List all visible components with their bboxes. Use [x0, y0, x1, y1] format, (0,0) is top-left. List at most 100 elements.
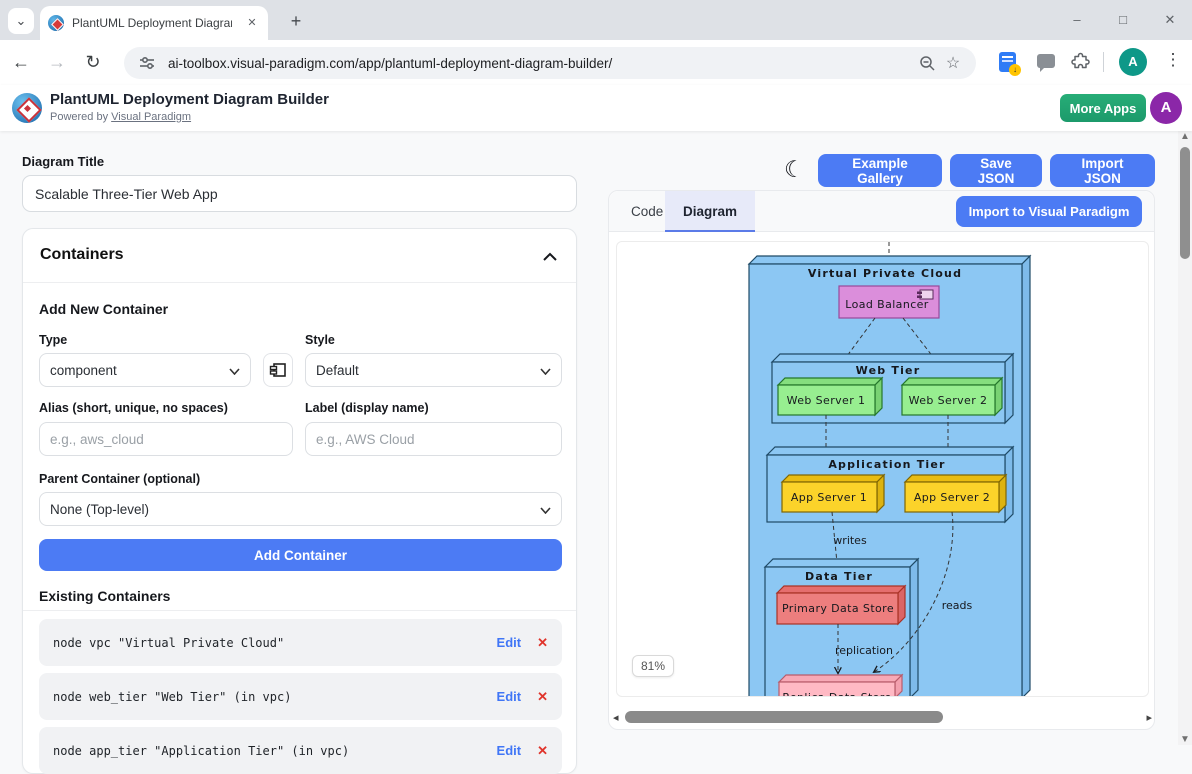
containers-card: Containers Add New Container Type Style …: [22, 228, 577, 774]
edge-label-writes: writes: [833, 534, 867, 547]
tab-close-icon[interactable]: ✕: [244, 15, 260, 31]
edit-link[interactable]: Edit: [497, 635, 522, 650]
container-code: node vpc "Virtual Private Cloud": [53, 636, 497, 650]
parent-container-label: Parent Container (optional): [39, 472, 200, 486]
window-maximize-button[interactable]: □: [1108, 8, 1138, 32]
tab-diagram[interactable]: Diagram: [665, 191, 755, 232]
powered-by-prefix: Powered by: [50, 111, 111, 123]
diagram-viewport[interactable]: Virtual Private Cloud Load Balancer Web …: [616, 241, 1149, 697]
scroll-down-icon[interactable]: ▼: [1179, 734, 1191, 745]
preview-tabs: Code Diagram Import to Visual Paradigm: [609, 191, 1154, 232]
style-select[interactable]: Default: [305, 353, 562, 387]
label-input[interactable]: [305, 422, 562, 456]
reload-button[interactable]: ↻: [78, 52, 108, 73]
edit-link[interactable]: Edit: [497, 743, 522, 758]
container-code: node web_tier "Web Tier" (in vpc): [53, 690, 497, 704]
delete-icon[interactable]: ✕: [537, 689, 548, 705]
component-preview-button[interactable]: [263, 353, 293, 387]
node-app-server-2: App Server 2: [905, 475, 1006, 512]
tab-search-button[interactable]: ⌄: [8, 8, 34, 34]
container-row-vpc: node vpc "Virtual Private Cloud" Edit ✕: [39, 619, 562, 666]
diagram-title-label: Diagram Title: [22, 154, 104, 169]
example-gallery-button[interactable]: Example Gallery: [818, 154, 942, 187]
parent-select-value: None (Top-level): [50, 502, 149, 517]
site-info-icon[interactable]: [134, 50, 160, 76]
bookmark-star-icon[interactable]: ☆: [940, 50, 966, 76]
chevron-down-icon: [540, 502, 551, 517]
deployment-diagram: Virtual Private Cloud Load Balancer Web …: [617, 242, 1149, 697]
style-label: Style: [305, 333, 335, 347]
type-select[interactable]: component: [39, 353, 251, 387]
page-scrollbar[interactable]: ▲ ▼: [1178, 131, 1192, 745]
svg-text:Replica Data Store: Replica Data Store: [782, 691, 891, 697]
scroll-up-icon[interactable]: ▲: [1179, 131, 1191, 142]
import-to-visual-paradigm-button[interactable]: Import to Visual Paradigm: [956, 196, 1142, 227]
chevron-up-icon[interactable]: [542, 249, 558, 267]
containers-title: Containers: [40, 246, 124, 264]
window-close-button[interactable]: ✕: [1155, 8, 1185, 32]
chat-extension-icon[interactable]: [1037, 54, 1055, 68]
window-minimize-button[interactable]: –: [1062, 8, 1092, 32]
edge-label-reads: reads: [942, 599, 973, 612]
edit-link[interactable]: Edit: [497, 689, 522, 704]
new-tab-button[interactable]: +: [284, 10, 308, 34]
svg-text:Virtual Private Cloud: Virtual Private Cloud: [808, 267, 962, 280]
forward-button[interactable]: →: [42, 52, 72, 73]
alias-input[interactable]: [39, 422, 293, 456]
parent-container-select[interactable]: None (Top-level): [39, 492, 562, 526]
horizontal-scrollbar[interactable]: ◂ ▸: [613, 709, 1152, 725]
zoom-out-icon[interactable]: [914, 50, 940, 76]
app-header: PlantUML Deployment Diagram Builder Powe…: [0, 85, 1192, 131]
page-scrollbar-thumb[interactable]: [1180, 147, 1190, 259]
chevron-down-icon: [540, 363, 551, 378]
node-load-balancer: Load Balancer: [839, 286, 939, 318]
alias-label: Alias (short, unique, no spaces): [39, 401, 228, 415]
containers-section-header[interactable]: Containers: [23, 229, 576, 283]
browser-tab[interactable]: PlantUML Deployment Diagram ✕: [40, 6, 268, 40]
node-replica-data-store: Replica Data Store: [779, 675, 902, 697]
visual-paradigm-link[interactable]: Visual Paradigm: [111, 111, 191, 123]
more-apps-button[interactable]: More Apps: [1060, 94, 1146, 122]
user-avatar[interactable]: A: [1150, 92, 1182, 124]
back-button[interactable]: ←: [6, 52, 36, 73]
app-title: PlantUML Deployment Diagram Builder: [50, 91, 329, 108]
divider: [23, 610, 576, 611]
existing-containers-heading: Existing Containers: [39, 588, 170, 604]
node-app-server-1: App Server 1: [782, 475, 884, 512]
svg-text:Load Balancer: Load Balancer: [845, 298, 929, 311]
svg-text:Web Server 1: Web Server 1: [787, 394, 866, 407]
add-new-container-heading: Add New Container: [39, 301, 168, 317]
container-row-app-tier: node app_tier "Application Tier" (in vpc…: [39, 727, 562, 774]
address-bar[interactable]: ai-toolbox.visual-paradigm.com/app/plant…: [124, 47, 976, 79]
zoom-level-badge: 81%: [632, 655, 674, 677]
scroll-left-icon[interactable]: ◂: [613, 711, 619, 724]
site-favicon: [48, 15, 64, 31]
powered-by: Powered by Visual Paradigm: [50, 111, 191, 123]
horizontal-scrollbar-thumb[interactable]: [625, 711, 943, 723]
delete-icon[interactable]: ✕: [537, 635, 548, 651]
svg-text:Data Tier: Data Tier: [805, 570, 873, 583]
diagram-title-input[interactable]: [22, 175, 577, 212]
tab-title: PlantUML Deployment Diagram: [72, 16, 232, 30]
extensions-puzzle-icon[interactable]: [1071, 52, 1091, 77]
preview-panel: Code Diagram Import to Visual Paradigm V…: [608, 190, 1155, 730]
svg-text:App Server 2: App Server 2: [914, 491, 990, 504]
add-container-button[interactable]: Add Container: [39, 539, 562, 571]
svg-text:Web Server 2: Web Server 2: [909, 394, 988, 407]
browser-profile-avatar[interactable]: A: [1119, 48, 1147, 76]
node-web-server-1: Web Server 1: [778, 378, 882, 415]
browser-menu-icon[interactable]: ⋮: [1163, 50, 1183, 70]
toolbar-separator: [1103, 52, 1104, 72]
svg-text:Web Tier: Web Tier: [856, 364, 921, 377]
scroll-right-icon[interactable]: ▸: [1146, 711, 1152, 724]
extension-doc-icon[interactable]: [999, 52, 1016, 72]
save-json-button[interactable]: Save JSON: [950, 154, 1042, 187]
url-text[interactable]: ai-toolbox.visual-paradigm.com/app/plant…: [168, 56, 914, 71]
import-json-button[interactable]: Import JSON: [1050, 154, 1155, 187]
dark-mode-moon-icon[interactable]: ☾: [784, 156, 805, 183]
svg-text:Application Tier: Application Tier: [828, 458, 945, 471]
style-select-value: Default: [316, 363, 359, 378]
browser-tabstrip: ⌄ PlantUML Deployment Diagram ✕ + – □ ✕: [0, 0, 1192, 40]
node-primary-data-store: Primary Data Store: [777, 586, 905, 624]
svg-text:App Server 1: App Server 1: [791, 491, 867, 504]
